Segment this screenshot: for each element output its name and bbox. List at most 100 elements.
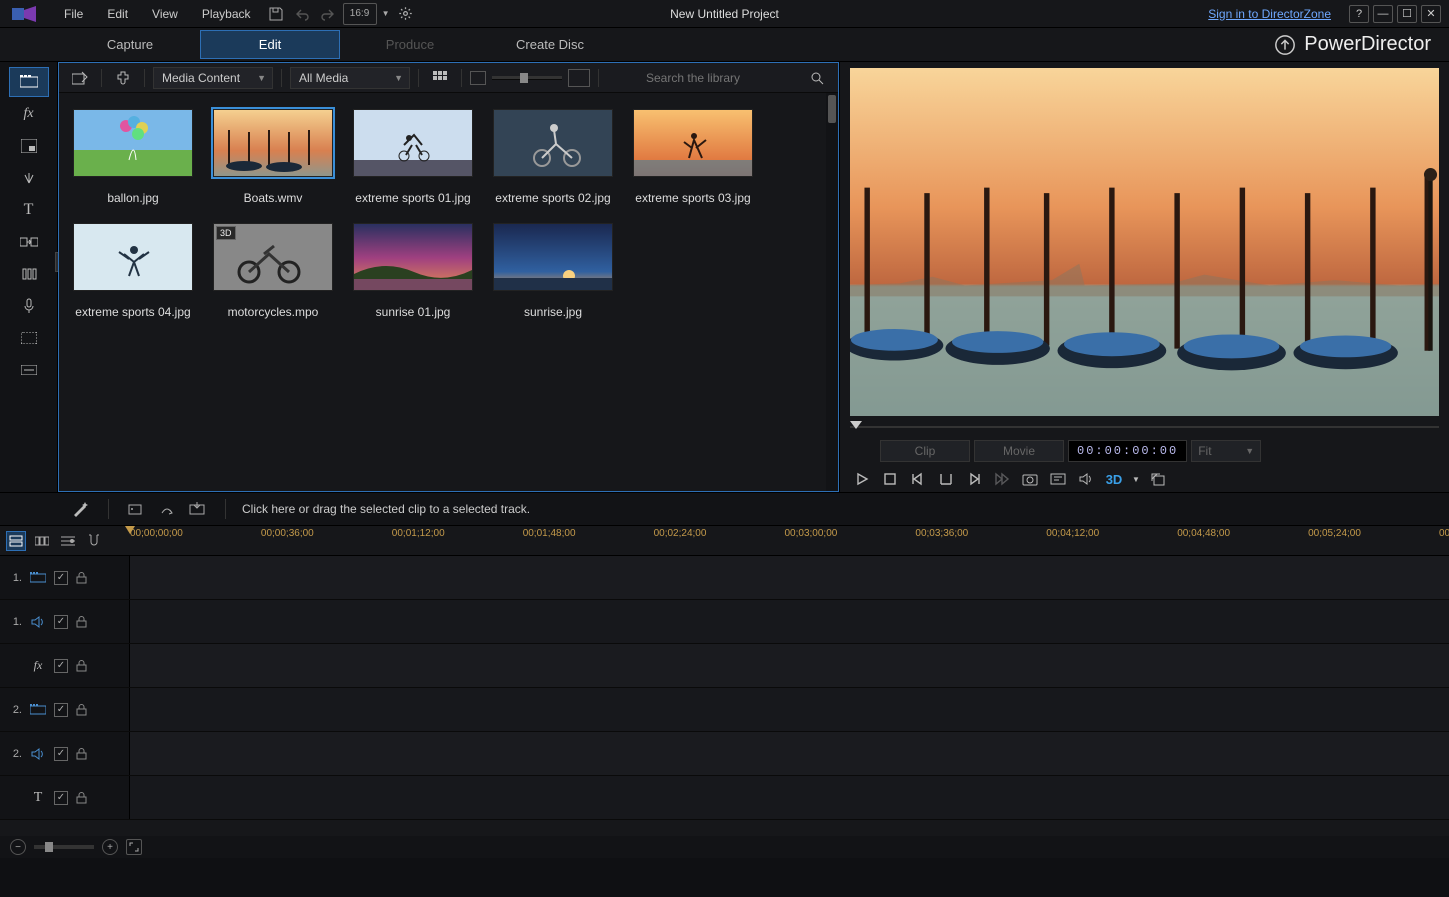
aspect-caret-icon[interactable]: ▼ <box>381 3 391 25</box>
room-transition[interactable] <box>9 227 49 257</box>
track-lock-toggle[interactable] <box>76 747 87 760</box>
magic-tools-button[interactable] <box>68 497 92 521</box>
track-manager-button[interactable] <box>58 531 78 551</box>
keyframe-button[interactable] <box>125 497 149 521</box>
library-item[interactable]: sunrise.jpg <box>489 223 617 319</box>
track-lock-toggle[interactable] <box>76 615 87 628</box>
next-frame-button[interactable] <box>962 468 986 490</box>
track-lane[interactable] <box>130 688 1449 731</box>
library-scrollbar[interactable] <box>826 93 838 491</box>
tab-edit[interactable]: Edit <box>200 30 340 59</box>
preview-mode-movie[interactable]: Movie <box>974 440 1064 462</box>
track-visible-toggle[interactable]: ✓ <box>54 571 68 585</box>
mark-in-out-button[interactable] <box>934 468 958 490</box>
preview-timecode[interactable]: 00:00:00:00 <box>1068 440 1187 462</box>
menu-playback[interactable]: Playback <box>190 3 263 25</box>
snap-button[interactable] <box>84 531 104 551</box>
library-item[interactable]: extreme sports 02.jpg <box>489 109 617 205</box>
help-button[interactable]: ? <box>1349 5 1369 23</box>
room-media[interactable] <box>9 67 49 97</box>
fast-forward-button[interactable] <box>990 468 1014 490</box>
library-item[interactable]: Boats.wmv <box>209 109 337 205</box>
library-filter-select[interactable]: All Media▼ <box>290 67 410 89</box>
track-lock-toggle[interactable] <box>76 703 87 716</box>
prev-frame-button[interactable] <box>906 468 930 490</box>
library-folder-select[interactable]: Media Content▼ <box>153 67 273 89</box>
timeline-view-button[interactable] <box>6 531 26 551</box>
settings-icon[interactable] <box>395 3 417 25</box>
close-button[interactable]: ✕ <box>1421 5 1441 23</box>
track-lane[interactable] <box>130 644 1449 687</box>
save-icon[interactable] <box>265 3 287 25</box>
track-header[interactable]: T✓ <box>0 776 130 819</box>
insert-to-track-button[interactable] <box>185 497 209 521</box>
preview-3d-button[interactable]: 3D <box>1102 468 1126 490</box>
library-item[interactable]: extreme sports 03.jpg <box>629 109 757 205</box>
volume-button[interactable] <box>1074 468 1098 490</box>
undo-icon[interactable] <box>291 3 313 25</box>
library-item[interactable]: sunrise 01.jpg <box>349 223 477 319</box>
zoom-out-button[interactable]: − <box>10 839 26 855</box>
track-visible-toggle[interactable]: ✓ <box>54 791 68 805</box>
snapshot-button[interactable] <box>1018 468 1042 490</box>
signin-link[interactable]: Sign in to DirectorZone <box>1208 7 1331 21</box>
thumb-size-slider[interactable] <box>470 69 590 87</box>
storyboard-view-button[interactable] <box>32 531 52 551</box>
upload-icon[interactable] <box>1274 34 1296 56</box>
preview-mode-clip[interactable]: Clip <box>880 440 970 462</box>
zoom-fit-button[interactable] <box>126 839 142 855</box>
library-item[interactable]: extreme sports 04.jpg <box>69 223 197 319</box>
tab-create-disc[interactable]: Create Disc <box>480 31 620 58</box>
plugins-button[interactable] <box>110 67 136 89</box>
track-header[interactable]: 1.✓ <box>0 600 130 643</box>
track-lock-toggle[interactable] <box>76 659 87 672</box>
undock-preview-button[interactable] <box>1146 468 1170 490</box>
room-particle[interactable] <box>9 163 49 193</box>
preview-quality-button[interactable] <box>1046 468 1070 490</box>
room-pip[interactable] <box>9 131 49 161</box>
track-visible-toggle[interactable]: ✓ <box>54 659 68 673</box>
track-header[interactable]: 2.✓ <box>0 688 130 731</box>
timeline-ruler[interactable]: 00;00;00;0000;00;36;0000;01;12;0000;01;4… <box>130 526 1449 555</box>
track-visible-toggle[interactable]: ✓ <box>54 747 68 761</box>
track-lock-toggle[interactable] <box>76 571 87 584</box>
minimize-button[interactable]: — <box>1373 5 1393 23</box>
preview-3d-caret[interactable]: ▼ <box>1130 468 1142 490</box>
room-chapter[interactable] <box>9 323 49 353</box>
track-visible-toggle[interactable]: ✓ <box>54 703 68 717</box>
preview-viewport[interactable] <box>850 68 1439 416</box>
zoom-slider[interactable] <box>34 845 94 849</box>
menu-view[interactable]: View <box>140 3 190 25</box>
import-media-button[interactable] <box>67 67 93 89</box>
track-lane[interactable] <box>130 776 1449 819</box>
track-lock-toggle[interactable] <box>76 791 87 804</box>
maximize-button[interactable]: ☐ <box>1397 5 1417 23</box>
preview-scrubber[interactable] <box>850 420 1439 434</box>
stop-button[interactable] <box>878 468 902 490</box>
search-icon[interactable] <box>804 67 830 89</box>
zoom-in-button[interactable]: + <box>102 839 118 855</box>
track-header[interactable]: 1.✓ <box>0 556 130 599</box>
menu-file[interactable]: File <box>52 3 95 25</box>
redo-icon[interactable] <box>317 3 339 25</box>
play-button[interactable] <box>850 468 874 490</box>
room-fx[interactable]: fx <box>9 99 49 129</box>
room-voiceover[interactable] <box>9 291 49 321</box>
room-audio-mix[interactable] <box>9 259 49 289</box>
room-subtitle[interactable] <box>9 355 49 385</box>
track-lane[interactable] <box>130 556 1449 599</box>
tab-capture[interactable]: Capture <box>60 31 200 58</box>
room-title[interactable]: T <box>9 195 49 225</box>
track-header[interactable]: fx✓ <box>0 644 130 687</box>
preview-zoom-select[interactable]: Fit▼ <box>1191 440 1261 462</box>
library-grid[interactable]: ballon.jpgBoats.wmvextreme sports 01.jpg… <box>59 93 838 491</box>
track-visible-toggle[interactable]: ✓ <box>54 615 68 629</box>
track-header[interactable]: 2.✓ <box>0 732 130 775</box>
track-lane[interactable] <box>130 600 1449 643</box>
aspect-ratio-select[interactable]: 16:9 <box>343 3 377 25</box>
library-item[interactable]: 3Dmotorcycles.mpo <box>209 223 337 319</box>
track-lane[interactable] <box>130 732 1449 775</box>
view-grid-button[interactable] <box>427 67 453 89</box>
library-item[interactable]: ballon.jpg <box>69 109 197 205</box>
menu-edit[interactable]: Edit <box>95 3 140 25</box>
